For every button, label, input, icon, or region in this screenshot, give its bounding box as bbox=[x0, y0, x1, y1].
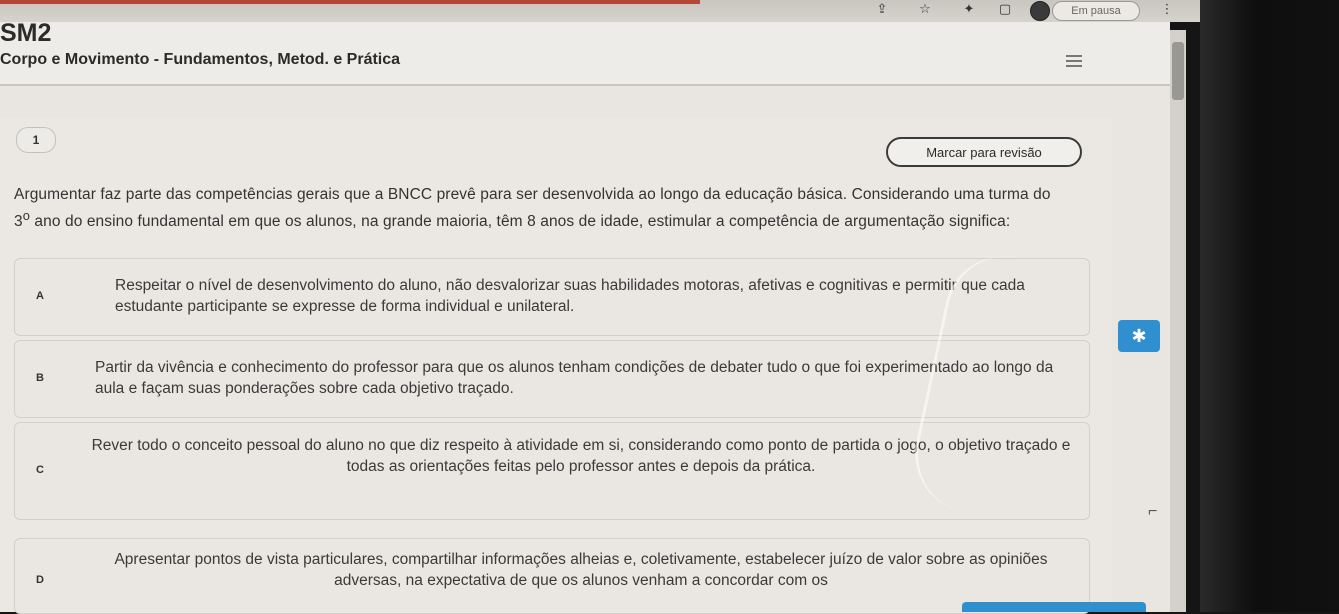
install-icon[interactable]: ⇪ bbox=[875, 3, 889, 17]
puzzle-icon[interactable]: ✦ bbox=[962, 3, 976, 17]
option-letter: B bbox=[36, 372, 44, 384]
mark-for-review-button[interactable]: Marcar para revisão bbox=[886, 137, 1082, 167]
option-text: Apresentar pontos de vista particulares,… bbox=[114, 551, 1048, 589]
menu-dots-icon[interactable]: ⋮ bbox=[1160, 3, 1174, 17]
scrollbar-track[interactable] bbox=[1170, 30, 1186, 612]
question-text-part2: ano do ensino fundamental em que os alun… bbox=[30, 213, 1011, 231]
cursor-icon: ⌐ bbox=[1148, 503, 1158, 520]
page: SM2 Corpo e Movimento - Fundamentos, Met… bbox=[0, 19, 1170, 614]
course-code: SM2 bbox=[0, 19, 52, 47]
monitor-bezel bbox=[1200, 0, 1339, 612]
option-d[interactable]: D Apresentar pontos de vista particulare… bbox=[14, 538, 1090, 614]
course-header: SM2 Corpo e Movimento - Fundamentos, Met… bbox=[0, 19, 1170, 86]
avatar[interactable] bbox=[1030, 1, 1050, 21]
option-text: Respeitar o nível de desenvolvimento do … bbox=[115, 277, 1025, 315]
course-title: Corpo e Movimento - Fundamentos, Metod. … bbox=[0, 51, 401, 68]
scrollbar-thumb[interactable] bbox=[1172, 42, 1184, 100]
question-number: 1 bbox=[16, 127, 56, 153]
option-letter: D bbox=[36, 574, 44, 586]
option-letter: A bbox=[36, 290, 44, 302]
option-a[interactable]: A Respeitar o nível de desenvolvimento d… bbox=[14, 258, 1090, 336]
hamburger-menu-icon[interactable] bbox=[1066, 55, 1082, 67]
pause-status-button[interactable]: Em pausa bbox=[1052, 1, 1140, 21]
browser-toolbar: ⇪ ☆ ✦ ▢ Em pausa ⋮ bbox=[0, 0, 1200, 22]
tab-strip-accent bbox=[0, 0, 700, 4]
option-letter: C bbox=[36, 464, 44, 476]
ordinal-superscript: o bbox=[22, 208, 31, 223]
star-icon[interactable]: ☆ bbox=[918, 3, 932, 17]
accessibility-widget-icon[interactable]: ✱ bbox=[1118, 320, 1160, 352]
bottom-action-bar[interactable] bbox=[962, 602, 1146, 612]
question-text: Argumentar faz parte das competências ge… bbox=[14, 184, 1064, 232]
tab-icon[interactable]: ▢ bbox=[998, 3, 1012, 17]
